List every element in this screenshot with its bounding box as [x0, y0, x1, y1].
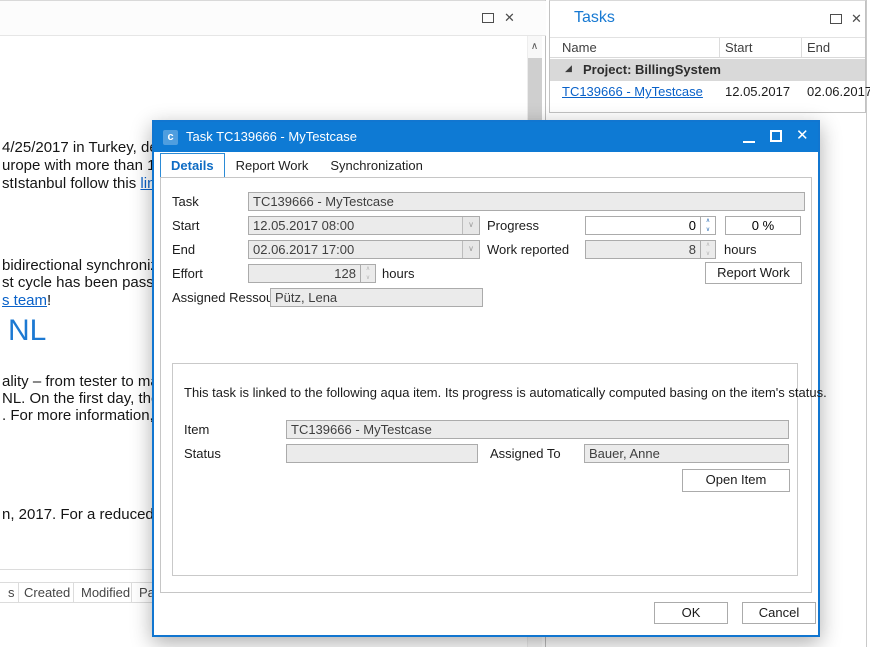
tab-report-work[interactable]: Report Work [225, 153, 320, 177]
doc-text-line: s team! [2, 292, 51, 309]
doc-text-line: bidirectional synchronizat [2, 257, 170, 274]
column-separator [801, 38, 802, 57]
spin-down-icon[interactable]: ∨ [701, 226, 715, 235]
doc-text-line: ality – from tester to mar [2, 373, 164, 390]
start-date-picker: 12.05.2017 08:00 ∨ [248, 216, 480, 235]
doc-text-line: 4/25/2017 in Turkey, deal [2, 139, 169, 156]
end-date-picker: 02.06.2017 17:00 ∨ [248, 240, 480, 259]
chevron-down-icon: ∨ [462, 241, 479, 258]
minimize-icon[interactable] [743, 141, 755, 143]
doc-text: ! [47, 292, 51, 309]
spinner-buttons[interactable]: ∧∨ [700, 217, 715, 234]
task-row-start: 12.05.2017 [725, 84, 790, 99]
tasks-group-label: Project: BillingSystem [583, 62, 721, 77]
ok-button[interactable]: OK [654, 602, 728, 624]
task-label: Task [172, 194, 199, 209]
progress-value: 0 [586, 217, 700, 234]
spin-down-icon: ∨ [361, 274, 375, 283]
task-dialog: c Task TC139666 - MyTestcase ✕ Details R… [152, 120, 820, 637]
close-icon[interactable]: ✕ [851, 12, 862, 25]
tasks-column-name[interactable]: Name [562, 40, 597, 55]
column-separator [719, 38, 720, 57]
screen: ✕ 4/25/2017 in Turkey, deal urope with m… [0, 0, 870, 647]
work-reported-value: 8 [586, 241, 700, 258]
work-hours-unit: hours [724, 242, 757, 257]
task-row-link[interactable]: TC139666 - MyTestcase [562, 84, 703, 99]
assigned-ressource-field: Pütz, Lena [270, 288, 483, 307]
doc-text-line: . For more information, pl [2, 407, 170, 424]
chevron-down-icon: ∨ [462, 217, 479, 234]
dialog-tabs: Details Report Work Synchronization [160, 153, 434, 177]
cancel-button[interactable]: Cancel [742, 602, 816, 624]
start-label: Start [172, 218, 199, 233]
spin-up-icon[interactable]: ∧ [701, 217, 715, 226]
background-window-titlebar [0, 1, 546, 36]
task-row-end: 02.06.2017 [807, 84, 870, 99]
scroll-up-icon[interactable]: ∧ [527, 38, 542, 57]
status-label: Status [184, 446, 221, 461]
tab-synchronization[interactable]: Synchronization [319, 153, 434, 177]
spin-down-icon: ∨ [701, 250, 715, 259]
column-separator [73, 582, 74, 603]
work-reported-label: Work reported [487, 242, 569, 257]
spinner-buttons: ∧∨ [360, 265, 375, 282]
doc-text-line: NL. On the first day, ther [2, 390, 164, 407]
task-field: TC139666 - MyTestcase [248, 192, 805, 211]
item-field: TC139666 - MyTestcase [286, 420, 789, 439]
tasks-column-end[interactable]: End [807, 40, 830, 55]
column-separator [18, 582, 19, 603]
linked-item-groupbox: This task is linked to the following aqu… [172, 363, 798, 576]
end-date-value: 02.06.2017 17:00 [249, 241, 462, 258]
app-icon: c [163, 130, 178, 145]
doc-hyperlink[interactable]: s team [2, 292, 47, 309]
spin-up-icon: ∧ [361, 265, 375, 274]
progress-percent-display: 0 % [725, 216, 801, 235]
tasks-panel-title: Tasks [574, 9, 615, 27]
effort-hours-unit: hours [382, 266, 415, 281]
app-icon-letter: c [167, 131, 173, 143]
grid-column-header-modified[interactable]: Modified [81, 585, 130, 600]
doc-text-line: urope with more than 10 [2, 157, 164, 174]
close-icon[interactable]: ✕ [796, 127, 809, 145]
linked-item-info-text: This task is linked to the following aqu… [184, 385, 827, 400]
doc-heading: NL [8, 314, 46, 348]
column-separator [131, 582, 132, 603]
maximize-icon[interactable] [482, 13, 494, 23]
spinner-buttons: ∧∨ [700, 241, 715, 258]
group-expanded-icon[interactable]: ◢ [565, 64, 572, 73]
tasks-column-start[interactable]: Start [725, 40, 752, 55]
maximize-icon[interactable] [770, 130, 782, 142]
effort-label: Effort [172, 266, 203, 281]
doc-text-line: stIstanbul follow this link. [2, 175, 167, 192]
tab-details[interactable]: Details [160, 153, 225, 177]
progress-label: Progress [487, 218, 539, 233]
doc-text-line: st cycle has been passed [2, 274, 170, 291]
effort-stepper: 128 ∧∨ [248, 264, 376, 283]
doc-text-line: n, 2017. For a reduced er [2, 506, 171, 523]
effort-value: 128 [249, 265, 360, 282]
dialog-title: Task TC139666 - MyTestcase [186, 129, 357, 144]
report-work-button[interactable]: Report Work [705, 262, 802, 284]
end-label: End [172, 242, 195, 257]
doc-text: stIstanbul follow this [2, 175, 140, 192]
assigned-to-label: Assigned To [490, 446, 561, 461]
progress-stepper[interactable]: 0 ∧∨ [585, 216, 716, 235]
open-item-button[interactable]: Open Item [682, 469, 790, 492]
assigned-to-field: Bauer, Anne [584, 444, 789, 463]
work-reported-stepper: 8 ∧∨ [585, 240, 716, 259]
status-field [286, 444, 478, 463]
grid-column-header[interactable]: s [8, 585, 15, 600]
maximize-icon[interactable] [830, 14, 842, 24]
spin-up-icon: ∧ [701, 241, 715, 250]
close-icon[interactable]: ✕ [504, 11, 515, 24]
item-label: Item [184, 422, 209, 437]
grid-column-header-created[interactable]: Created [24, 585, 70, 600]
start-date-value: 12.05.2017 08:00 [249, 217, 462, 234]
